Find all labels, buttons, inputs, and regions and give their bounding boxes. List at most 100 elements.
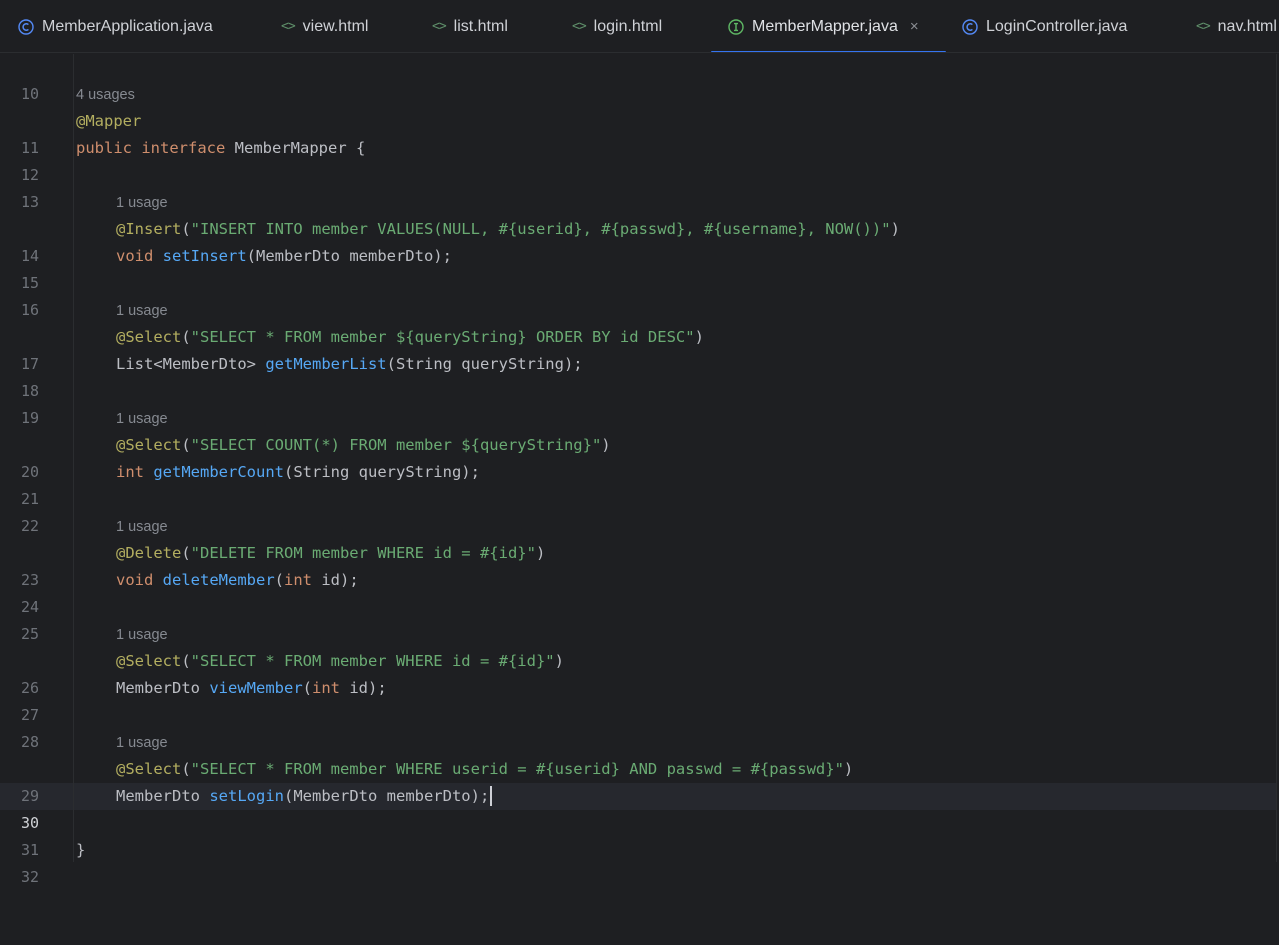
editor-tab-bar: MemberApplication.java <> view.html <> l… [0,0,1279,53]
code-line: 11 @Mapper [0,108,1276,157]
usages-hint[interactable]: 1 usage [116,622,168,649]
paren: ( [181,436,191,454]
tab-label: nav.html [1217,17,1277,35]
code-text: } [76,841,86,859]
keyword: int [116,463,144,481]
annotation: @Insert [116,220,182,238]
usages-hint[interactable]: 4 usages [76,82,135,109]
string-literal: "SELECT COUNT(*) FROM member ${queryStri… [190,436,602,454]
keyword: int [312,679,341,697]
class-c-icon [962,18,978,35]
code-line-current: 30 MemberDto setLogin(MemberDto memberDt… [0,783,1276,832]
keyword: interface [141,139,226,157]
html-tag-icon: <> [281,19,296,34]
code-editor[interactable]: 10 4 usages 11 @Mapper 12 public interfa… [0,54,1279,886]
code-line: 28 [0,702,1276,751]
method-name: setLogin [209,787,284,805]
usages-hint[interactable]: 1 usage [116,406,168,433]
line-number: 22 [20,517,39,535]
method-name: viewMember [209,679,303,697]
tab-member-mapper[interactable]: MemberMapper.java × [711,0,946,52]
keyword: int [284,571,312,589]
tab-nav-html[interactable]: <> nav.html [1196,0,1277,52]
tab-label: LoginController.java [986,17,1128,35]
keyword: void [116,247,154,265]
keyword: public [76,139,132,157]
code-line: 18 List<MemberDto> getMemberList(String … [0,351,1276,400]
code-line: 22 [0,486,1276,535]
code-line: 21 int getMemberCount(String queryString… [0,459,1276,508]
code-line: 25 [0,594,1276,643]
string-literal: "SELECT * FROM member ${queryString} ORD… [190,328,695,346]
html-tag-icon: <> [432,19,447,34]
usages-hint[interactable]: 1 usage [116,514,168,541]
method-name: deleteMember [162,571,275,589]
tab-view-html[interactable]: <> view.html [281,0,368,52]
method-name: setInsert [162,247,247,265]
class-c-icon [18,18,34,35]
tab-login-controller[interactable]: LoginController.java [962,0,1128,52]
annotation: @Select [116,436,182,454]
annotation: @Select [116,328,182,346]
code-line: 17 @Select("SELECT * FROM member ${query… [0,324,1276,373]
line-number: 19 [20,409,39,427]
tab-list-html[interactable]: <> list.html [432,0,508,52]
line-number: 28 [20,733,39,751]
code-line: 20 @Select("SELECT COUNT(*) FROM member … [0,432,1276,481]
line-number: 25 [20,625,39,643]
tab-member-application[interactable]: MemberApplication.java [18,0,213,52]
string-literal: "DELETE FROM member WHERE id = #{id}" [190,544,536,562]
paren: ) [601,436,611,454]
code-text: (String queryString); [386,355,583,373]
code-line: 13 [0,162,1276,211]
paren: ( [274,571,284,589]
code-line: 12 public interface MemberMapper { [0,135,1276,184]
annotation: @Select [116,760,182,778]
method-name: getMemberList [265,355,387,373]
usages-hint[interactable]: 1 usage [116,730,168,757]
code-text: id); [312,571,359,589]
code-line: 24 void deleteMember(int id); [0,567,1276,616]
paren: ) [535,544,546,562]
annotation: @Select [116,652,182,670]
close-icon[interactable]: × [910,19,919,34]
code-line: 19 [0,378,1276,427]
paren: ) [843,760,854,778]
paren: ( [181,220,191,238]
usages-hint[interactable]: 1 usage [116,190,168,217]
line-number: 13 [20,193,39,211]
text-cursor [490,785,493,806]
tab-label: list.html [453,17,508,35]
paren: ( [181,652,191,670]
type-name: List<MemberDto> [116,355,256,373]
line-number: 10 [20,85,39,103]
code-line: 32 } [0,837,1276,886]
tab-login-html[interactable]: <> login.html [572,0,662,52]
code-text: (String queryString); [284,463,480,481]
code-line: 16 [0,270,1276,319]
html-tag-icon: <> [572,19,587,34]
paren: ( [181,544,191,562]
type-name: MemberDto [116,787,200,805]
type-name: MemberDto [116,679,200,697]
tab-label: MemberApplication.java [42,17,213,35]
usages-hint[interactable]: 1 usage [116,298,168,325]
code-line: 15 void setInsert(MemberDto memberDto); [0,243,1276,292]
editor-right-edge [1276,54,1277,862]
string-literal: "SELECT * FROM member WHERE userid = #{u… [190,760,844,778]
code-line: 27 MemberDto viewMember(int id); [0,675,1276,724]
interface-i-icon [728,18,744,35]
code-line: 31 [0,810,1276,859]
method-name: getMemberCount [153,463,284,481]
line-number: 32 [20,868,39,886]
code-text: MemberMapper { [225,139,366,157]
code-line: 10 [0,54,1276,103]
code-line: 14 @Insert("INSERT INTO member VALUES(NU… [0,216,1276,265]
keyword: void [116,571,154,589]
code-line: 26 @Select("SELECT * FROM member WHERE i… [0,648,1276,697]
paren: ( [302,679,313,697]
code-line: 23 @Delete("DELETE FROM member WHERE id … [0,540,1276,589]
paren: ( [181,328,191,346]
html-tag-icon: <> [1196,19,1211,34]
paren: ) [694,328,704,346]
